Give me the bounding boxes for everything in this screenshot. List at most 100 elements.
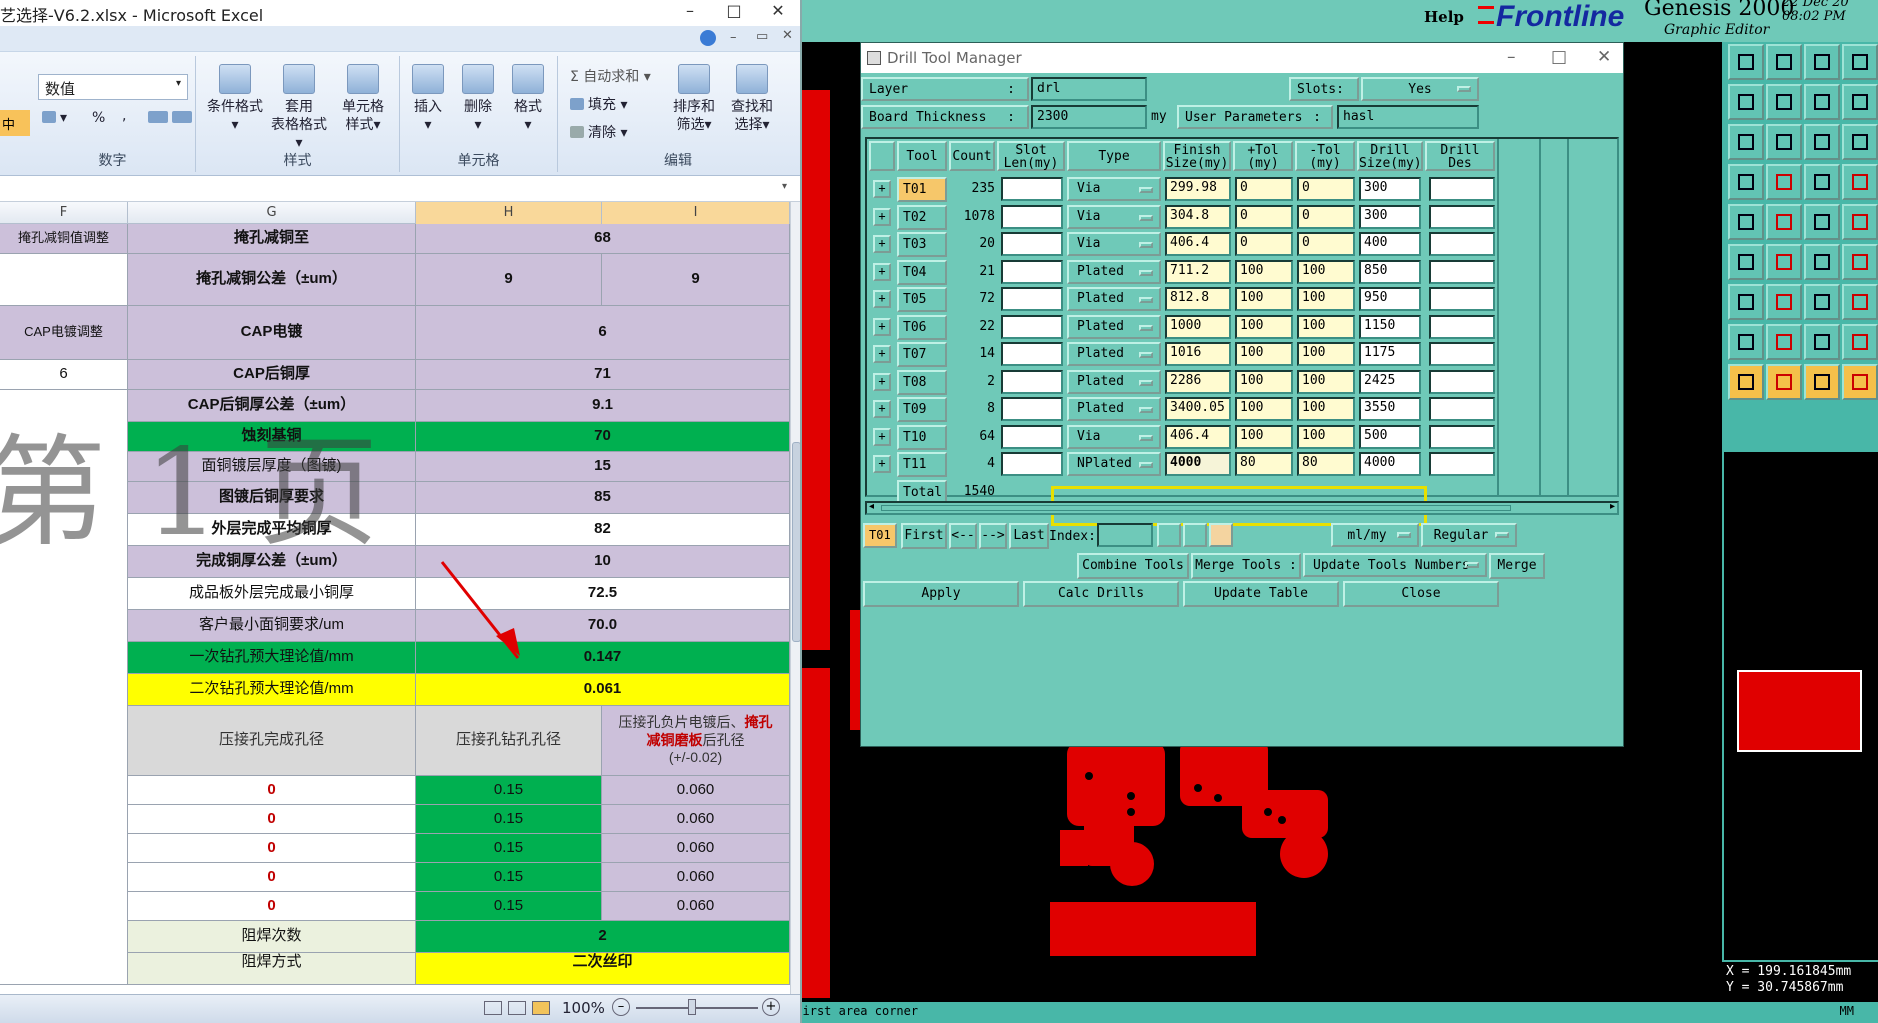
cell-g[interactable]: 掩孔减铜至 [128,224,416,254]
slot-len-field[interactable] [1001,315,1063,339]
type-select[interactable]: Plated [1067,287,1161,311]
plus-tol-field[interactable]: 0 [1235,232,1293,256]
formula-bar[interactable]: ▾ [0,178,800,202]
find-select-button[interactable]: 查找和 选择▾ [724,64,780,134]
minimize-button[interactable]: – [668,0,712,26]
finish-size-field[interactable]: 2286 [1165,370,1231,394]
apply-button[interactable]: Apply [863,581,1019,607]
tool-name[interactable]: T05 [897,287,947,312]
finish-size-field[interactable]: 299.98 [1165,177,1231,201]
drill-des-field[interactable] [1429,260,1495,284]
cell-f[interactable] [0,254,128,306]
add-icon[interactable] [1728,44,1764,80]
minus-tol-field[interactable]: 100 [1297,315,1355,339]
board-thickness-field[interactable]: 2300 [1031,105,1147,129]
slot-len-field[interactable] [1001,397,1063,421]
drill-des-field[interactable] [1429,452,1495,476]
polygon-icon[interactable] [1766,284,1802,320]
drill-size-field[interactable]: 2425 [1359,370,1421,394]
grid-icon[interactable] [1728,164,1764,200]
expand-row-button[interactable]: + [873,345,891,363]
drill-size-field[interactable]: 1175 [1359,342,1421,366]
decrease-decimal-icon[interactable] [172,110,196,126]
drill-size-field[interactable]: 3550 [1359,397,1421,421]
slash-icon[interactable] [1842,244,1878,280]
press-cell-i[interactable]: 0.060 [602,892,790,921]
table-format-button[interactable]: 套用 表格格式▾ [268,64,330,152]
mirror-icon[interactable] [1804,84,1840,120]
expand-row-button[interactable]: + [873,373,891,391]
combine-tools-button[interactable]: Combine Tools [1077,553,1189,579]
number-format-select[interactable]: 数值 ▾ [38,74,188,100]
finish-size-field[interactable]: 406.4 [1165,425,1231,449]
finish-size-field[interactable]: 304.8 [1165,205,1231,229]
sort-filter-button[interactable]: 排序和 筛选▾ [666,64,722,134]
press-cell-g[interactable]: 0 [128,892,416,921]
line-icon[interactable] [1804,204,1840,240]
slots-select[interactable]: Yes [1361,77,1479,101]
cell-h[interactable]: 70.0 [416,610,790,642]
plus-tol-field[interactable]: 80 [1235,452,1293,476]
cell-h[interactable]: 68 [416,224,790,254]
zoom-in-icon[interactable]: + [762,998,780,1016]
pick-icon[interactable] [1804,324,1840,360]
cross-icon[interactable] [1804,244,1840,280]
home-icon[interactable] [1804,44,1840,80]
finish-size-field[interactable]: 4000 [1165,452,1231,476]
drag-icon[interactable] [1842,324,1878,360]
text-icon[interactable] [1766,244,1802,280]
last-button[interactable]: Last [1009,523,1049,549]
scroll-thumb[interactable] [881,505,1511,511]
tool-name[interactable]: T02 [897,205,947,230]
drill-des-field[interactable] [1429,177,1495,201]
drill-des-field[interactable] [1429,315,1495,339]
tool-name[interactable]: T07 [897,342,947,367]
move-icon[interactable] [1728,84,1764,120]
plus-tol-field[interactable]: 0 [1235,177,1293,201]
press-cell-g[interactable]: 0 [128,776,416,805]
expand-row-button[interactable]: + [873,208,891,226]
press-cell-h[interactable]: 0.15 [416,892,602,921]
save-icon[interactable] [1766,364,1802,400]
minus-tol-field[interactable]: 100 [1297,397,1355,421]
cell-g[interactable]: 图镀后铜厚要求 [128,482,416,514]
minus-tol-field[interactable]: 100 [1297,425,1355,449]
column-header-h[interactable]: H [416,202,602,224]
pointer-icon[interactable] [1766,324,1802,360]
solder-cell-h[interactable]: 二次丝印 [416,953,790,985]
slot-len-field[interactable] [1001,370,1063,394]
conditional-format-button[interactable]: 条件格式 ▾ [204,64,266,134]
type-select[interactable]: Via [1067,232,1161,256]
save-icon[interactable] [1766,44,1802,80]
help-icon[interactable] [1804,124,1840,160]
units-select[interactable]: ml/my [1331,523,1419,547]
select-icon[interactable] [1842,164,1878,200]
minus-tol-field[interactable]: 100 [1297,260,1355,284]
page-layout-icon[interactable] [508,1001,526,1015]
fit-icon[interactable] [1842,84,1878,120]
percent-button[interactable]: % [92,110,105,126]
drill-size-field[interactable]: 300 [1359,205,1421,229]
copy-icon[interactable] [1842,44,1878,80]
finish-size-field[interactable]: 1000 [1165,315,1231,339]
press-cell-i[interactable]: 0.060 [602,834,790,863]
drill-des-field[interactable] [1429,397,1495,421]
finish-size-field[interactable]: 3400.05 [1165,397,1231,421]
minus-tol-field[interactable]: 0 [1297,205,1355,229]
format-button[interactable]: 格式 ▾ [504,64,552,134]
horizontal-scrollbar[interactable]: ◂ ▸ [865,501,1619,515]
tool-name[interactable]: T09 [897,397,947,422]
expand-row-button[interactable]: + [873,180,891,198]
trace-icon[interactable] [1804,284,1840,320]
column-header-i[interactable]: I [602,202,790,224]
finish-size-field[interactable]: 812.8 [1165,287,1231,311]
solder-cell-g[interactable]: 阻焊次数 [128,921,416,953]
arc-icon[interactable] [1842,204,1878,240]
dialog-maximize-button[interactable]: □ [1551,47,1567,67]
fill-button[interactable]: 填充 ▾ [570,94,627,114]
plus-tol-field[interactable]: 100 [1235,342,1293,366]
update-tools-numbers-select[interactable]: Update Tools Numbers [1303,553,1487,577]
ribbon-restore-icon[interactable]: ▭ [756,29,768,44]
plus-tol-field[interactable]: 100 [1235,260,1293,284]
solder-cell-g[interactable]: 阻焊方式 [128,953,416,985]
